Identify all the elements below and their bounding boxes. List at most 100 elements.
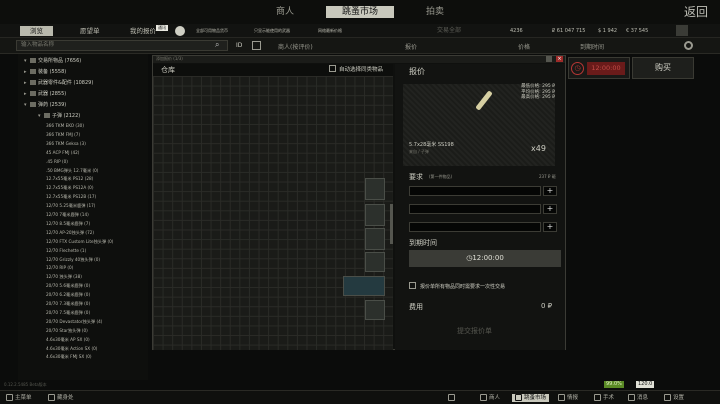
ammo-list-item[interactable]: 12/70 FTX Custom Lite独头弹 (0)	[46, 238, 113, 247]
autoselect-label: 自动选择同类物品	[339, 67, 384, 73]
character-button[interactable]	[448, 394, 457, 402]
minimize-icon[interactable]	[546, 56, 552, 62]
stash-item[interactable]	[365, 204, 385, 226]
col-offer[interactable]: 报价	[405, 42, 417, 51]
ammo-list-item[interactable]: 20/70 Star独头弹 (0)	[46, 327, 88, 336]
category-item[interactable]: ▸ 武器零件&配件 (10829)	[24, 78, 93, 89]
ammo-list-item[interactable]: 20/70 7.3毫米鹿弹 (0)	[46, 300, 90, 309]
top-nav: 商人 跳蚤市场 拍卖 返回	[0, 0, 720, 24]
category-item[interactable]: ▾ 弹药 (2539)	[24, 100, 66, 111]
ammo-list-item[interactable]: 366 TKM FMJ (7)	[46, 131, 80, 140]
flea-market-button[interactable]: 跳蚤市场	[512, 394, 550, 402]
ammo-list-item[interactable]: .50 BMG弹头 12.7毫米 (0)	[46, 167, 98, 176]
filter-checkbox[interactable]	[252, 41, 261, 50]
traders-icon	[480, 394, 487, 401]
close-icon[interactable]: ×	[556, 56, 563, 62]
offer-title: 报价	[409, 67, 425, 76]
buy-button[interactable]: 购买	[632, 57, 694, 79]
category-item[interactable]: ▾ 子弹 (2122)	[38, 111, 80, 122]
submit-offer-button[interactable]: 提交报价单	[457, 326, 492, 336]
col-expiry[interactable]: 到期时间	[580, 42, 604, 51]
ammo-list-item[interactable]: .45 RIP (0)	[46, 158, 68, 167]
offer-panel: 报价 最低价格: 295 ₽ 平均价格: 295 ₽ 最高价格: 295 ₽ 5…	[395, 64, 565, 350]
fee-label: 费用	[409, 303, 423, 311]
ammo-list-item[interactable]: 12/70 7毫米鹿弹 (14)	[46, 211, 89, 220]
wishlist-tab[interactable]: 愿望单	[80, 26, 100, 36]
ammo-list-item[interactable]: 12/70 Flechette (1)	[46, 247, 86, 256]
item-name: 5.7x28毫米 SS198	[409, 142, 454, 148]
expiry-timer[interactable]: ◷12:00:00	[409, 250, 561, 267]
ammo-list-item[interactable]: 12/70 Grizzly 40独头弹 (0)	[46, 256, 100, 265]
menu-icon	[6, 394, 13, 401]
browse-tab[interactable]: 浏览	[20, 26, 53, 36]
ammo-list-item[interactable]: 12/70 AP-20独头弹 (72)	[46, 229, 94, 238]
ammo-list-item[interactable]: 12/70 独头弹 (38)	[46, 273, 82, 282]
inventory-grid[interactable]	[153, 76, 393, 350]
category-item[interactable]: ▸ 武器 (2855)	[24, 89, 66, 100]
settings-button[interactable]: 设置	[664, 394, 684, 402]
ammo-list-item[interactable]: 12.7x55毫米 PS12A (0)	[46, 184, 93, 193]
handbook-button[interactable]: 手术	[594, 394, 614, 402]
traders-button[interactable]: 商人	[480, 394, 500, 402]
trade-all-button[interactable]: 交易全部	[437, 26, 461, 36]
filter-latest-price[interactable]: 网络最新价格	[318, 26, 342, 36]
tab-auction[interactable]: 拍卖	[408, 6, 462, 18]
col-trader[interactable]: 商人(按评价)	[278, 42, 313, 51]
ammo-list-item[interactable]: 45 ACP FMJ (42)	[46, 149, 79, 158]
tab-traders[interactable]: 商人	[258, 6, 312, 18]
main-menu-button[interactable]: 主菜单	[6, 394, 32, 402]
stash-item[interactable]	[365, 178, 385, 200]
autoselect-checkbox[interactable]	[329, 65, 336, 72]
gear-icon[interactable]	[175, 26, 185, 36]
usd-balance: $ 1 942	[598, 28, 618, 34]
stash-item[interactable]	[365, 228, 385, 250]
stash-item[interactable]	[365, 252, 385, 272]
requirement-slot[interactable]	[409, 186, 541, 196]
ammo-list-item[interactable]: 12/70 RIP (0)	[46, 264, 73, 273]
ammo-list-item[interactable]: 4.6x30毫米 FMJ SX (0)	[46, 353, 92, 362]
offer-item-box[interactable]: 最低价格: 295 ₽ 平均价格: 295 ₽ 最高价格: 295 ₽ 5.7x…	[403, 84, 555, 166]
requirements-subtitle: (第一件物品)	[429, 174, 453, 179]
requirement-slot[interactable]	[409, 204, 541, 214]
add-offer-dialog: 添加报价 (1/3) × 仓库 自动选择同类物品 报价 最低价格: 295 ₽ …	[152, 55, 566, 350]
stash-item-selected[interactable]	[343, 276, 385, 296]
add-requirement-button[interactable]: +	[543, 222, 557, 232]
sell-all-checkbox[interactable]	[409, 282, 416, 289]
filter-usable-weapons[interactable]: 只显示能使用的武器	[254, 26, 290, 36]
ammo-list-item[interactable]: 12/70 5.25毫米鹿弹 (17)	[46, 202, 95, 211]
hideout-button[interactable]: 藏身处	[48, 394, 74, 402]
search-input[interactable]: 输入物品名称	[16, 40, 228, 51]
ammo-list-item[interactable]: 20/70 6.2毫米鹿弹 (0)	[46, 291, 90, 300]
settings-icon	[664, 394, 671, 401]
ammo-list-item[interactable]: 20/70 5.6毫米鹿弹 (0)	[46, 282, 90, 291]
add-requirement-button[interactable]: +	[543, 204, 557, 214]
category-item[interactable]: ▾ 交易所物品 (7656)	[24, 56, 81, 67]
id-toggle[interactable]: ID	[236, 42, 242, 49]
tab-flea-market[interactable]: 跳蚤市场	[326, 6, 394, 18]
messages-icon	[628, 394, 635, 401]
settings-gear-icon[interactable]	[684, 41, 693, 50]
sub-nav: 浏览 愿望单 我的报价 通讯 全部可用物品货币 只显示能使用的武器 网络最新价格…	[0, 24, 720, 38]
category-item[interactable]: ▸ 装备 (5558)	[24, 67, 66, 78]
ammo-list-item[interactable]: 4.6x30毫米 Action SX (0)	[46, 345, 97, 354]
stash-item[interactable]	[365, 300, 385, 320]
col-price[interactable]: 价格	[518, 42, 530, 51]
search-icon[interactable]: ⌕	[215, 40, 225, 50]
messages-button[interactable]: 消息	[628, 394, 648, 402]
ammo-list-item[interactable]: 20/70 Devastator独头弹 (4)	[46, 318, 102, 327]
ammo-list-item[interactable]: 4.6x30毫米 AP SX (0)	[46, 336, 90, 345]
back-button[interactable]: 返回	[684, 3, 708, 20]
ammo-list-item[interactable]: 366 TKM Geksa (3)	[46, 140, 86, 149]
add-requirement-button[interactable]: +	[543, 186, 557, 196]
ammo-list-item[interactable]: 366 TKM EKO (30)	[46, 122, 84, 131]
requirement-slot[interactable]	[409, 222, 541, 232]
ammo-list-item[interactable]: 12.7x55毫米 PS12 (28)	[46, 175, 93, 184]
filter-available-currency[interactable]: 全部可用物品货币	[196, 26, 228, 36]
ammo-list-item[interactable]: 20/70 7.5毫米鹿弹 (0)	[46, 309, 90, 318]
intel-button[interactable]: 情报	[558, 394, 578, 402]
my-offers-tab[interactable]: 我的报价	[130, 26, 156, 36]
wallet-icon[interactable]	[676, 25, 688, 36]
ammo-list-item[interactable]: 12/70 8.5毫米鹿弹 (7)	[46, 220, 90, 229]
ammo-list-item[interactable]: 12.7x55毫米 PS12B (17)	[46, 193, 96, 202]
grid-scrollbar[interactable]	[390, 204, 393, 244]
